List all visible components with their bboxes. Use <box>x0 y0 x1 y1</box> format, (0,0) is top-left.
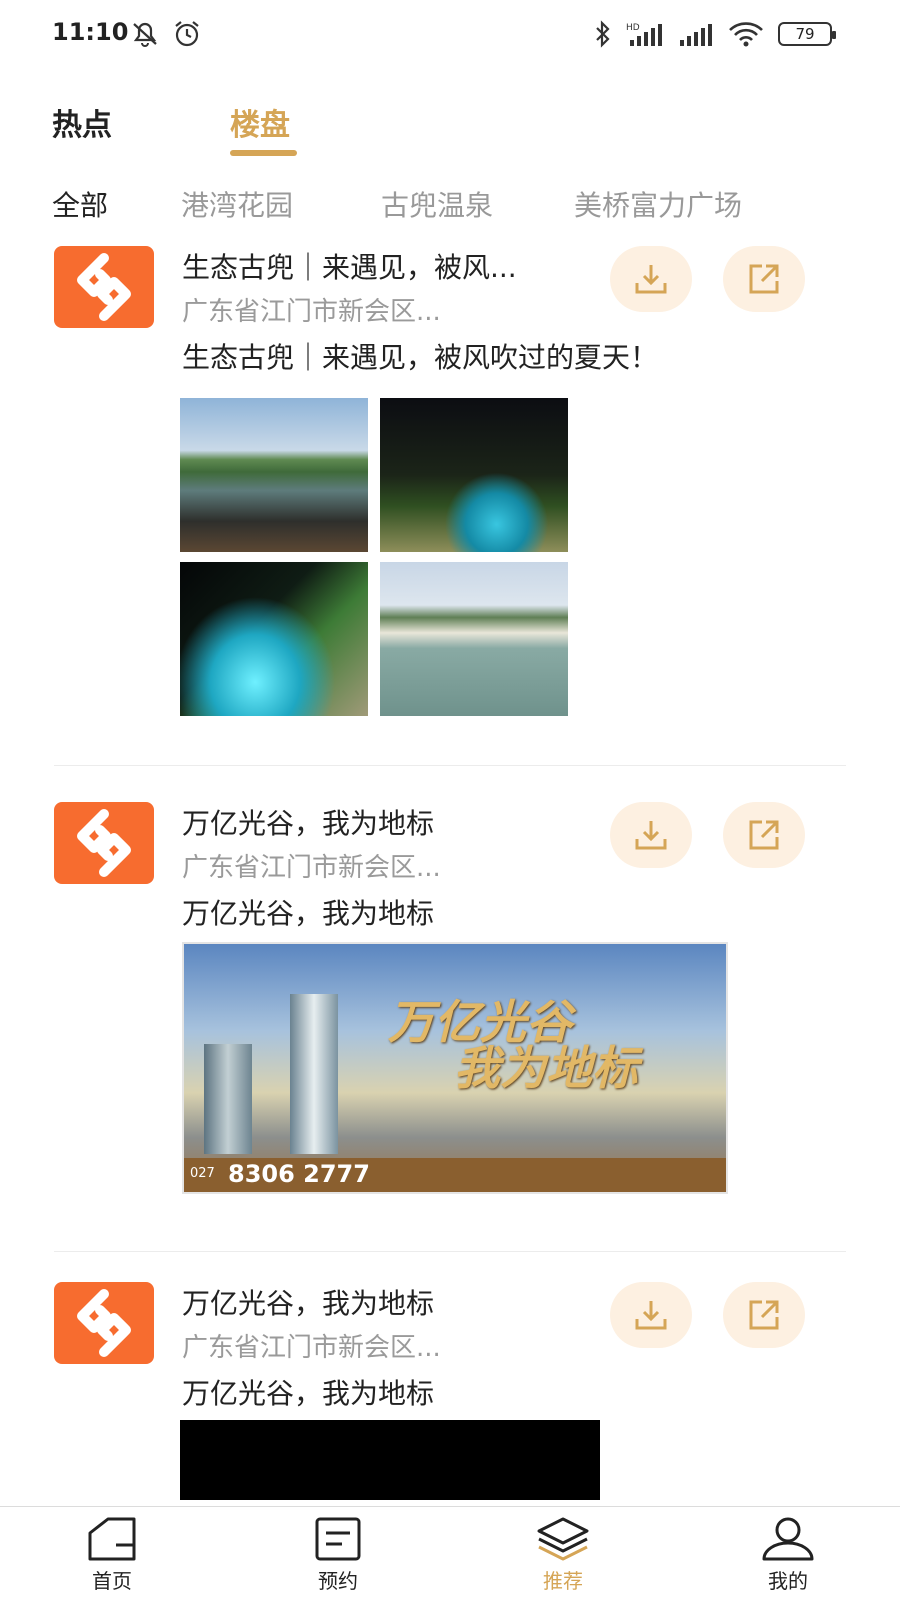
svg-text:HD: HD <box>626 23 640 33</box>
promo-banner-image[interactable]: 万亿光谷 我为地标 027 8306 2777 <box>182 942 728 1194</box>
top-tabs: 热点 楼盘 <box>52 100 852 170</box>
share-button[interactable] <box>723 802 805 868</box>
post-card: 万亿光谷，我为地标 广东省江门市新会区... 万亿光谷，我为地标 <box>0 1272 900 1506</box>
photo-grid <box>180 398 572 716</box>
post-title: 生态古兜｜来遇见，被风... <box>182 251 517 284</box>
nav-mine-label: 我的 <box>768 1569 808 1593</box>
developer-logo <box>54 1282 154 1364</box>
home-icon <box>88 1517 136 1561</box>
post-text: 生态古兜｜来遇见，被风吹过的夏天！ <box>182 341 659 374</box>
nav-recommend-label: 推荐 <box>543 1569 583 1593</box>
post-divider <box>54 765 846 766</box>
banner-headline: 我为地标 <box>454 1041 638 1095</box>
tab-hot[interactable]: 热点 <box>52 100 112 144</box>
download-icon <box>635 1301 667 1330</box>
night-steps-photo[interactable] <box>180 562 368 716</box>
nav-appointment[interactable]: 预约 <box>278 1515 398 1595</box>
filter-meiqiao-plaza[interactable]: 美桥富力广场 <box>574 184 742 224</box>
status-right: HD 79 <box>594 20 836 48</box>
download-button[interactable] <box>610 246 692 312</box>
night-pool-photo[interactable] <box>380 398 568 552</box>
signal-icon <box>680 24 712 46</box>
infinity-pool-photo[interactable] <box>380 562 568 716</box>
filter-bar: 全部 港湾花园 古兜温泉 美桥富力广场 <box>52 184 872 228</box>
bluetooth-icon <box>596 20 610 48</box>
post-title: 万亿光谷，我为地标 <box>182 1287 435 1320</box>
banner-footer: 027 8306 2777 <box>184 1158 726 1192</box>
nav-appointment-label: 预约 <box>318 1569 358 1593</box>
filter-harbor-garden[interactable]: 港湾花园 <box>181 184 293 224</box>
download-button[interactable] <box>610 802 692 868</box>
appointment-icon <box>315 1517 361 1561</box>
banner-phone: 8306 2777 <box>228 1160 370 1188</box>
battery-icon: 79 <box>778 22 836 46</box>
share-button[interactable] <box>723 246 805 312</box>
developer-logo <box>54 246 154 328</box>
nav-home[interactable]: 首页 <box>52 1515 172 1595</box>
post-card: 万亿光谷，我为地标 广东省江门市新会区... 万亿光谷，我为地标 万亿光谷 我为… <box>0 792 900 1272</box>
share-icon <box>749 264 779 294</box>
wifi-icon <box>729 22 763 47</box>
download-icon <box>635 821 667 850</box>
nav-recommend[interactable]: 推荐 <box>503 1515 623 1595</box>
filter-all[interactable]: 全部 <box>52 184 108 224</box>
nav-mine[interactable]: 我的 <box>728 1515 848 1595</box>
status-bar: 11:10 HD 79 <box>0 0 900 70</box>
user-icon <box>762 1517 814 1561</box>
post-divider <box>54 1251 846 1252</box>
download-button[interactable] <box>610 1282 692 1348</box>
nav-home-label: 首页 <box>92 1569 132 1593</box>
share-icon <box>749 820 779 850</box>
share-icon <box>749 1300 779 1330</box>
status-time: 11:10 <box>52 18 129 46</box>
post-feed: 生态古兜｜来遇见，被风... 广东省江门市新会区... 生态古兜｜来遇见，被风吹… <box>0 236 900 1506</box>
lake-terrace-photo[interactable] <box>180 398 368 552</box>
mute-icon <box>133 22 157 47</box>
download-icon <box>635 265 667 294</box>
status-left-icons <box>130 20 202 48</box>
tower-graphic <box>290 994 338 1154</box>
developer-logo <box>54 802 154 884</box>
post-card: 生态古兜｜来遇见，被风... 广东省江门市新会区... 生态古兜｜来遇见，被风吹… <box>0 236 900 766</box>
post-title: 万亿光谷，我为地标 <box>182 807 435 840</box>
layers-icon <box>537 1517 589 1561</box>
post-text: 万亿光谷，我为地标 <box>182 897 435 930</box>
tab-estate[interactable]: 楼盘 <box>230 100 290 144</box>
alarm-icon <box>175 21 199 47</box>
tower-graphic <box>204 1044 252 1154</box>
video-player[interactable] <box>180 1420 600 1500</box>
post-address: 广东省江门市新会区... <box>182 853 441 883</box>
post-text: 万亿光谷，我为地标 <box>182 1377 435 1410</box>
banner-phone-prefix: 027 <box>190 1166 215 1181</box>
bottom-nav: 首页 预约 推荐 我的 <box>0 1506 900 1600</box>
filter-gudou-hot-spring[interactable]: 古兜温泉 <box>381 184 493 224</box>
active-tab-indicator <box>230 150 297 156</box>
post-address: 广东省江门市新会区... <box>182 1333 441 1363</box>
hd-signal-icon: HD <box>626 23 662 46</box>
share-button[interactable] <box>723 1282 805 1348</box>
post-address: 广东省江门市新会区... <box>182 297 441 327</box>
